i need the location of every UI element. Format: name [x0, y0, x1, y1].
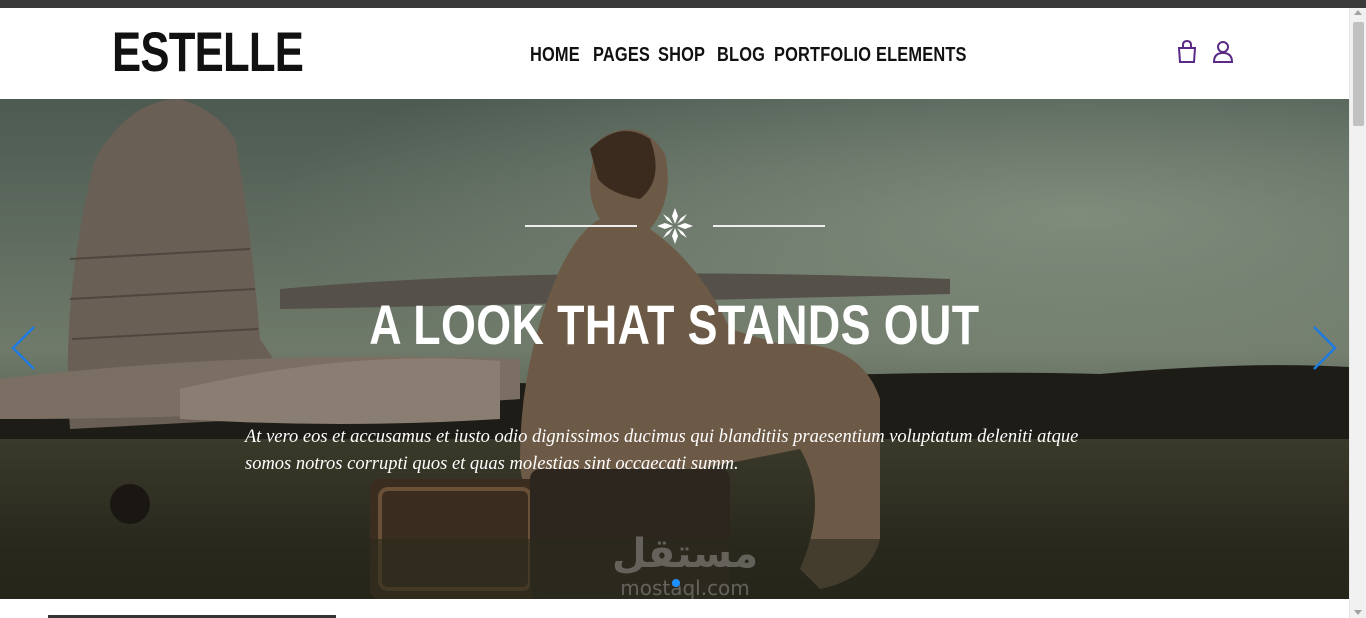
- scroll-down-arrow-icon[interactable]: [1354, 610, 1362, 615]
- hero-title-text: A LOOK THAT STANDS OUT: [369, 293, 980, 356]
- site-logo[interactable]: ESTELLE: [112, 22, 304, 82]
- mostaql-watermark: مستقل mostaql.com: [600, 531, 770, 599]
- site-header: ESTELLE HOME PAGES SHOP BLOG PORTFOLIO E…: [0, 8, 1349, 99]
- nav-portfolio[interactable]: PORTFOLIO: [774, 44, 871, 67]
- scrollbar-thumb[interactable]: [1353, 22, 1364, 126]
- window-top-strip: [0, 0, 1366, 8]
- diamond-star-icon: [657, 208, 693, 244]
- hero-slider: A LOOK THAT STANDS OUT At vero eos et ac…: [0, 99, 1349, 599]
- slider-prev-button[interactable]: [10, 325, 36, 371]
- main-nav: HOME PAGES SHOP BLOG PORTFOLIO ELEMENTS: [530, 44, 966, 67]
- watermark-arabic: مستقل: [611, 531, 759, 577]
- watermark-latin: mostaql.com: [620, 576, 750, 599]
- ornament-line-left: [525, 225, 637, 227]
- scroll-up-arrow-icon[interactable]: [1354, 10, 1362, 15]
- header-icons: [1176, 39, 1234, 64]
- vertical-scrollbar[interactable]: [1349, 8, 1366, 618]
- page-bottom-strip: [0, 599, 1349, 618]
- user-icon[interactable]: [1212, 40, 1234, 64]
- slider-next-button[interactable]: [1312, 325, 1338, 371]
- nav-pages[interactable]: PAGES: [593, 44, 650, 67]
- title-ornament: [525, 206, 825, 246]
- hero-title: A LOOK THAT STANDS OUT: [0, 295, 1349, 355]
- nav-blog[interactable]: BLOG: [717, 44, 765, 67]
- nav-elements[interactable]: ELEMENTS: [876, 44, 966, 67]
- nav-shop[interactable]: SHOP: [658, 44, 705, 67]
- slider-dot-active[interactable]: [672, 579, 680, 587]
- hero-description: At vero eos et accusamus et iusto odio d…: [245, 427, 1079, 474]
- chevron-right-icon: [1313, 326, 1337, 370]
- nav-home[interactable]: HOME: [530, 44, 580, 67]
- ornament-line-right: [713, 225, 825, 227]
- shopping-bag-icon[interactable]: [1176, 39, 1198, 64]
- chevron-left-icon: [11, 326, 35, 370]
